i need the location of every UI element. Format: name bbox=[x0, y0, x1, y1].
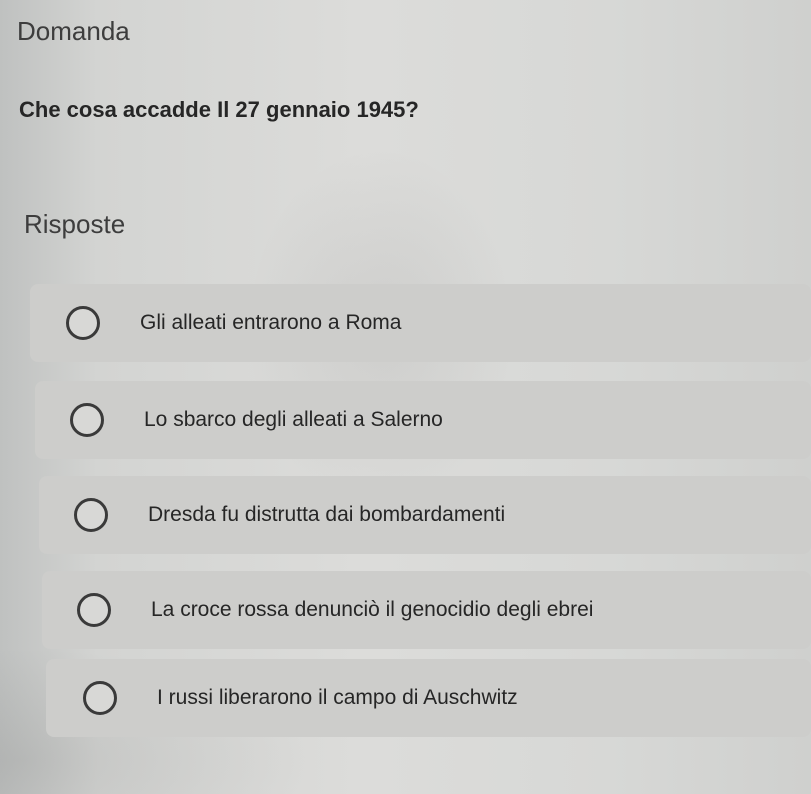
answer-label: I russi liberarono il campo di Auschwitz bbox=[157, 686, 518, 709]
answer-label: Gli alleati entrarono a Roma bbox=[140, 311, 402, 334]
question-section-label: Domanda bbox=[17, 16, 130, 46]
answer-label: Dresda fu distrutta dai bombardamenti bbox=[148, 503, 506, 526]
answer-option[interactable]: Dresda fu distrutta dai bombardamenti bbox=[39, 476, 811, 554]
answers-section-label: Risposte bbox=[24, 209, 126, 239]
answer-option[interactable]: I russi liberarono il campo di Auschwitz bbox=[46, 659, 811, 737]
radio-button[interactable] bbox=[83, 681, 117, 715]
radio-button[interactable] bbox=[70, 403, 104, 437]
radio-button[interactable] bbox=[77, 593, 111, 627]
radio-button[interactable] bbox=[74, 498, 108, 532]
answer-option[interactable]: Gli alleati entrarono a Roma bbox=[30, 284, 811, 362]
answer-label: Lo sbarco degli alleati a Salerno bbox=[144, 408, 443, 431]
answer-label: La croce rossa denunciò il genocidio deg… bbox=[151, 598, 594, 621]
radio-button[interactable] bbox=[66, 306, 100, 340]
answer-option[interactable]: Lo sbarco degli alleati a Salerno bbox=[35, 381, 811, 459]
question-text: Che cosa accadde Il 27 gennaio 1945? bbox=[19, 97, 419, 122]
answer-option[interactable]: La croce rossa denunciò il genocidio deg… bbox=[42, 571, 811, 649]
